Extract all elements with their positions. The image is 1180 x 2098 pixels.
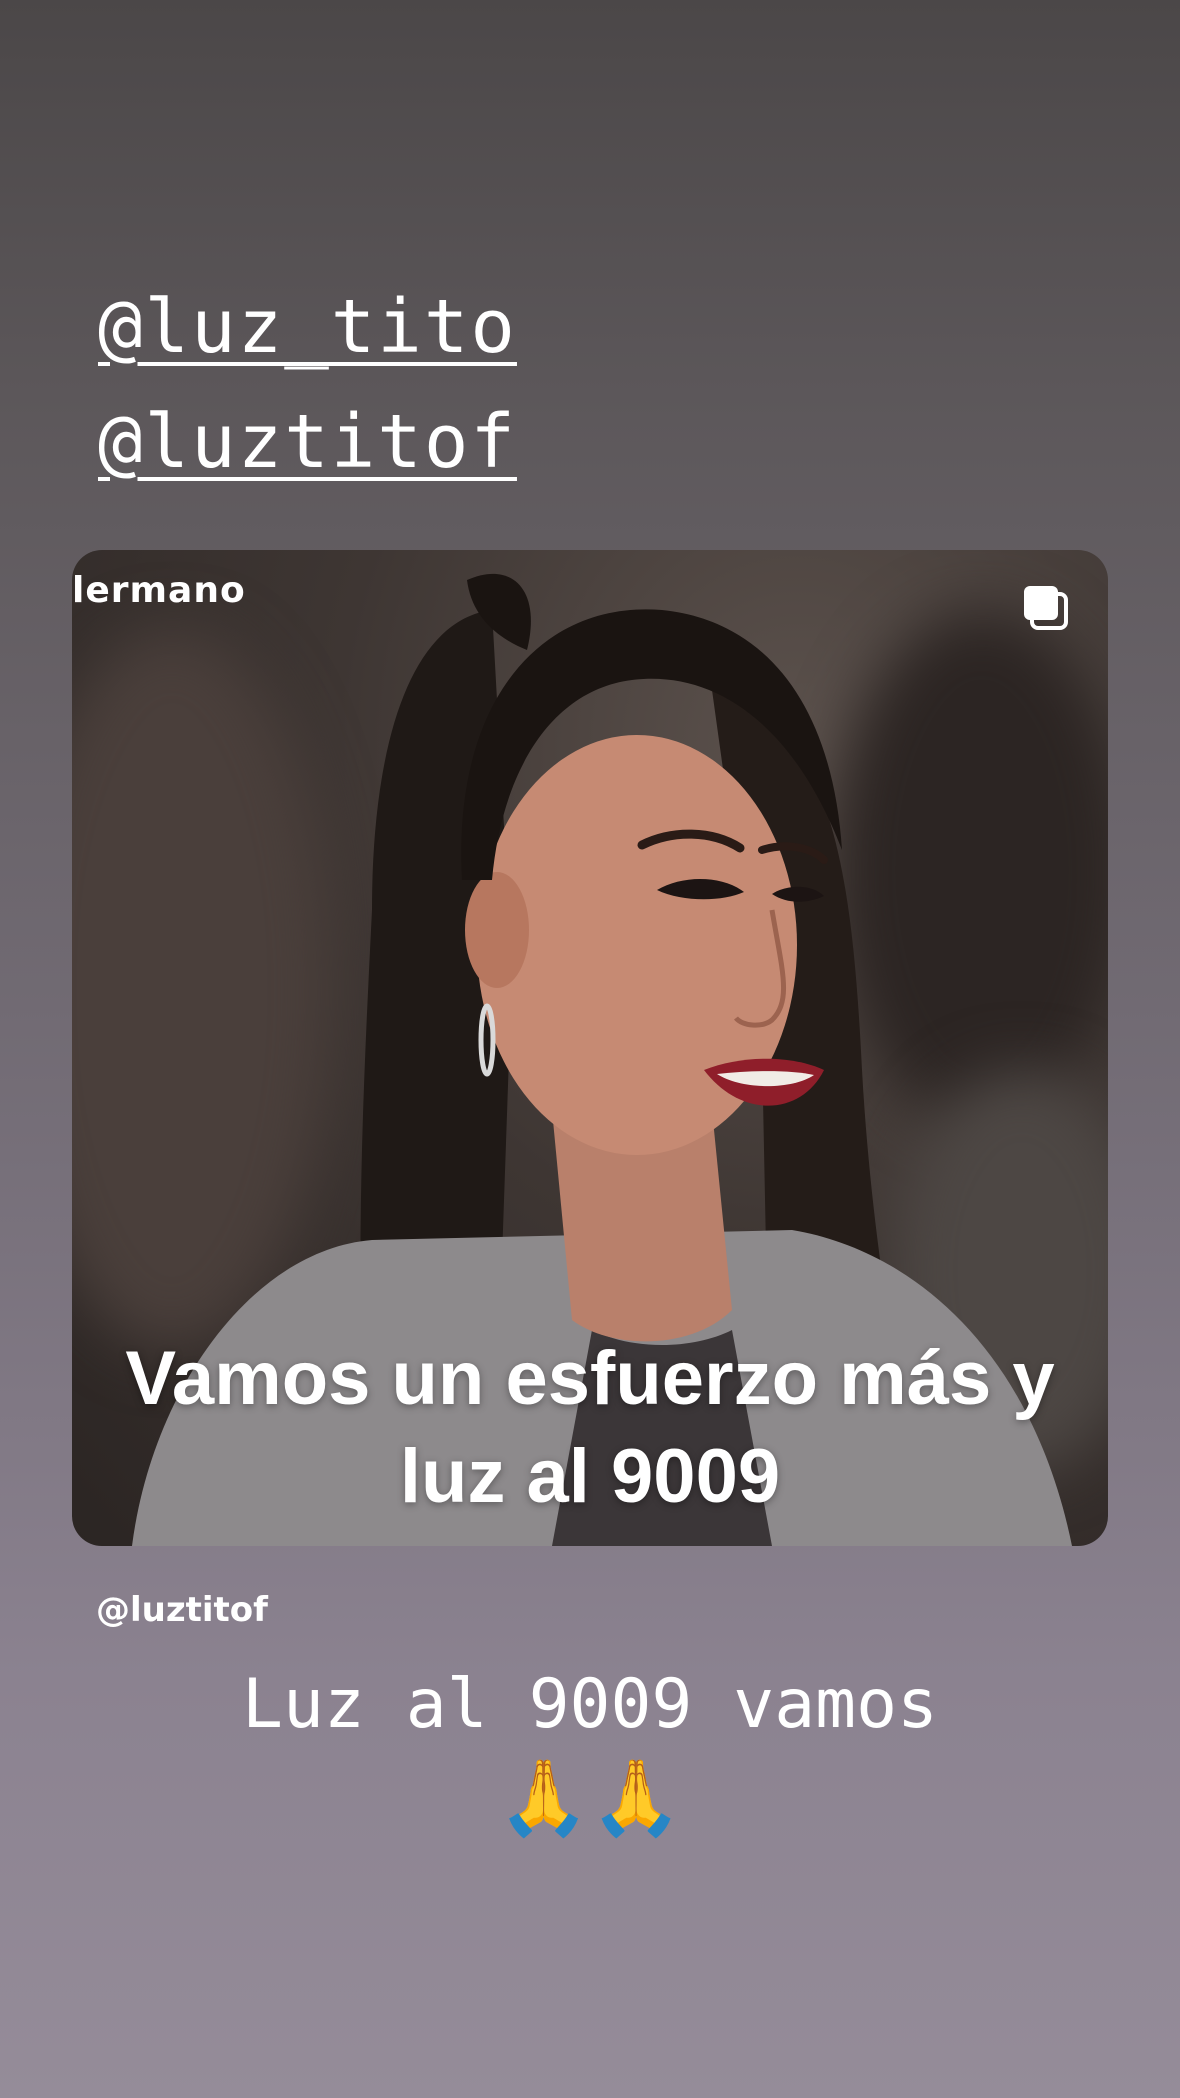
caption-line-1: Vamos un esfuerzo más y	[125, 1336, 1055, 1421]
watermark-label: lermano	[72, 570, 246, 611]
post-account-label[interactable]: @luztitof	[96, 1590, 268, 1630]
shared-post-card[interactable]: lermano Vamos un esfuerzo más y luz al 9…	[72, 550, 1108, 1546]
caption-line-2: luz al 9009	[399, 1434, 781, 1519]
mention-luztitof[interactable]: @luztitof	[98, 405, 517, 479]
multiple-posts-icon	[1024, 586, 1068, 630]
story-text: Luz al 9009 vamos	[242, 1665, 938, 1744]
prayer-emoji: 🙏🙏	[497, 1755, 683, 1841]
post-caption: Vamos un esfuerzo más y luz al 9009	[72, 1330, 1108, 1526]
mention-luz-tito[interactable]: @luz_tito	[98, 290, 517, 364]
